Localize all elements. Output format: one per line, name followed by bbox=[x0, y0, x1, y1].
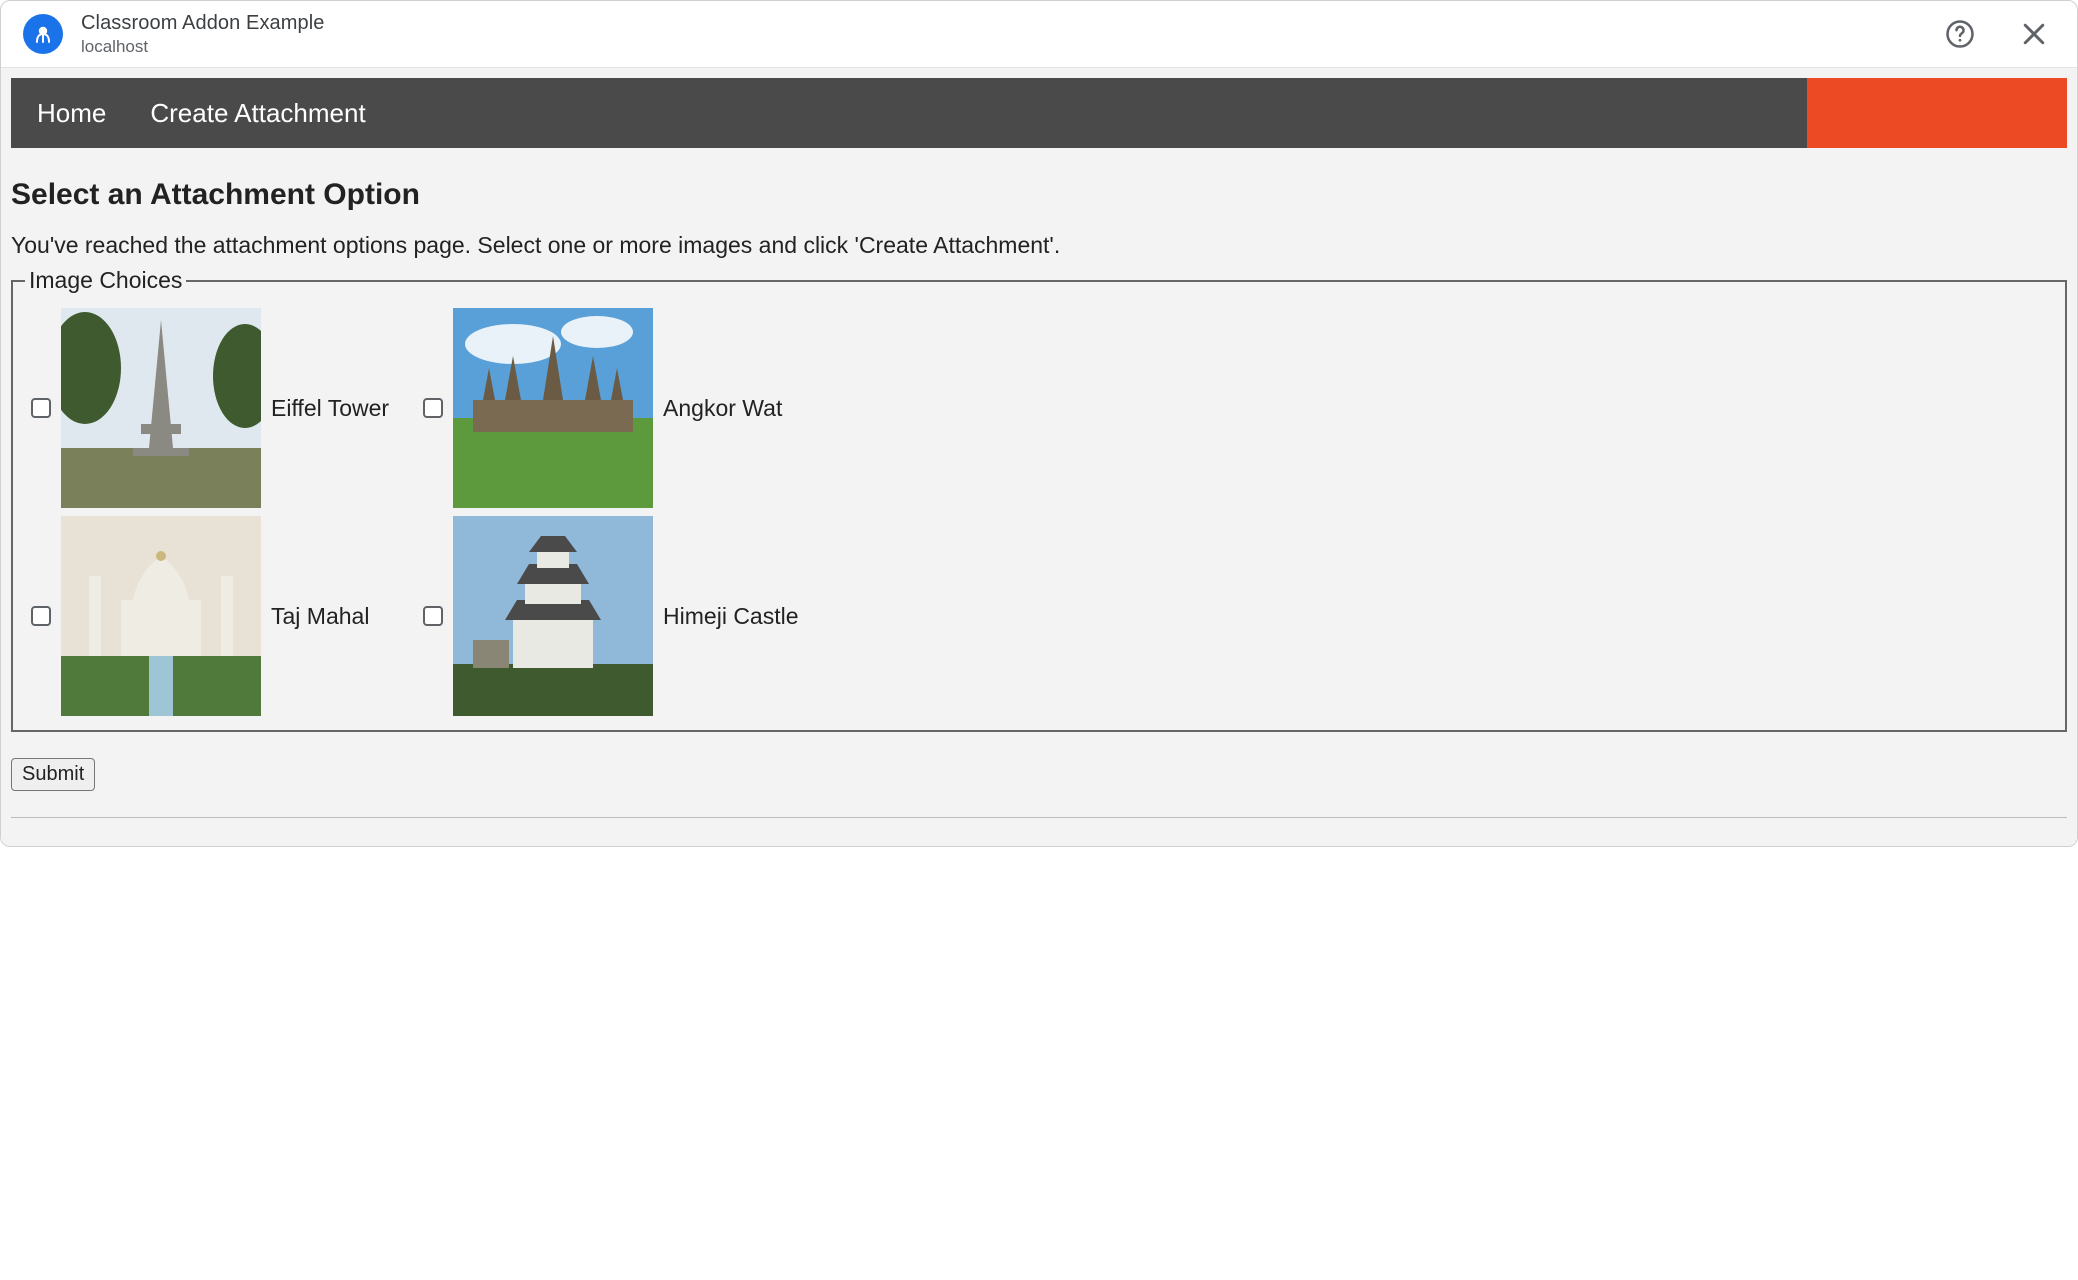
dialog-title-wrap: Classroom Addon Example localhost bbox=[81, 11, 325, 57]
choice-thumb-angkor-wat bbox=[453, 308, 653, 508]
choice-thumb-eiffel-tower bbox=[61, 308, 261, 508]
image-choices-fieldset: Image Choices Eiffel Tower bbox=[11, 267, 2067, 732]
choice-thumb-himeji-castle bbox=[453, 516, 653, 716]
help-button[interactable] bbox=[1939, 13, 1981, 55]
dialog-header: Classroom Addon Example localhost bbox=[1, 1, 2077, 68]
choice-checkbox-himeji-castle[interactable] bbox=[423, 606, 443, 626]
submit-button[interactable]: Submit bbox=[11, 758, 95, 791]
choice-checkbox-eiffel-tower[interactable] bbox=[31, 398, 51, 418]
addon-dialog: Classroom Addon Example localhost Home C… bbox=[0, 0, 2078, 847]
choice-label-angkor-wat: Angkor Wat bbox=[663, 395, 816, 422]
close-button[interactable] bbox=[2013, 13, 2055, 55]
choice-label-taj-mahal: Taj Mahal bbox=[271, 603, 407, 630]
nav-home[interactable]: Home bbox=[11, 78, 128, 148]
image-choice-grid: Eiffel Tower bbox=[25, 308, 2053, 716]
choice-label-eiffel-tower: Eiffel Tower bbox=[271, 395, 407, 422]
close-icon bbox=[2019, 19, 2049, 49]
page-title: Select an Attachment Option bbox=[11, 178, 2067, 212]
choice-thumb-taj-mahal bbox=[61, 516, 261, 716]
navbar: Home Create Attachment bbox=[11, 78, 2067, 148]
addon-app-icon bbox=[23, 14, 63, 54]
nav-create-attachment[interactable]: Create Attachment bbox=[128, 78, 387, 148]
page-description: You've reached the attachment options pa… bbox=[11, 232, 2067, 259]
choice-label-himeji-castle: Himeji Castle bbox=[663, 603, 816, 630]
fieldset-legend: Image Choices bbox=[25, 267, 186, 294]
choice-checkbox-taj-mahal[interactable] bbox=[31, 606, 51, 626]
dialog-body: Home Create Attachment Select an Attachm… bbox=[1, 68, 2077, 846]
dialog-title: Classroom Addon Example bbox=[81, 11, 325, 36]
navbar-accent bbox=[1807, 78, 2067, 148]
choice-checkbox-angkor-wat[interactable] bbox=[423, 398, 443, 418]
help-icon bbox=[1945, 19, 1975, 49]
dialog-subtitle: localhost bbox=[81, 36, 325, 57]
horizontal-rule bbox=[11, 817, 2067, 818]
